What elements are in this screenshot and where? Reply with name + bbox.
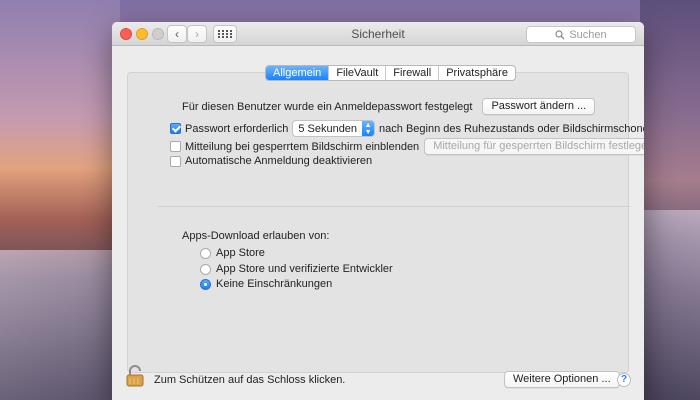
password-row: Für diesen Benutzer wurde ein Anmeldepas… [182,98,596,115]
downloads-heading: Apps-Download erlauben von: [182,230,330,242]
lock-icon[interactable] [126,365,144,387]
search-placeholder: Suchen [569,28,607,41]
lock-message-label: Mitteilung bei gesperrtem Bildschirm ein… [185,140,420,153]
tab-privatsphaere[interactable]: Privatsphäre [439,66,515,80]
lock-text: Zum Schützen auf das Schloss klicken. [154,374,346,386]
title-bar: ‹ › Sicherheit Suchen [112,22,644,46]
auto-login-label: Automatische Anmeldung deaktivieren [185,155,373,167]
tab-allgemein[interactable]: Allgemein [266,66,330,80]
search-icon [555,29,566,40]
radio-verified[interactable] [200,263,211,275]
require-delay-value: 5 Sekunden [298,122,358,135]
search-field[interactable]: Suchen [526,26,636,43]
advanced-options-button[interactable]: Weitere Optionen ... [504,371,620,388]
download-option-anywhere[interactable]: Keine Einschränkungen [200,278,332,290]
chevron-updown-icon: ▲ ▼ [362,121,375,136]
auto-login-checkbox[interactable] [170,155,181,167]
download-option-label: App Store und verifizierte Entwickler [216,263,393,275]
require-delay-select[interactable]: 5 Sekunden ▲ ▼ [292,120,376,137]
advanced-row: Weitere Optionen ... [504,371,620,388]
lock-text-row: Zum Schützen auf das Schloss klicken. [154,374,345,386]
lock-message-row: Mitteilung bei gesperrtem Bildschirm ein… [170,138,644,155]
preferences-window: ‹ › Sicherheit Suchen Allgemein FileVaul… [112,22,644,400]
download-option-app-store[interactable]: App Store [200,247,265,259]
desktop-wallpaper-right [640,0,700,400]
auto-login-row: Automatische Anmeldung deaktivieren [170,155,372,167]
section-divider [158,206,630,207]
tab-bar: Allgemein FileVault Firewall Privatsphär… [265,65,516,81]
require-password-label: Passwort erforderlich [185,122,289,135]
require-password-suffix: nach Beginn des Ruhezustands oder Bildsc… [379,122,644,135]
download-option-label: App Store [216,247,265,259]
change-password-button[interactable]: Passwort ändern ... [482,98,596,115]
require-password-checkbox[interactable] [170,123,181,134]
password-label: Für diesen Benutzer wurde ein Anmeldepas… [182,100,473,113]
radio-anywhere[interactable] [200,278,211,290]
download-option-verified[interactable]: App Store und verifizierte Entwickler [200,263,393,275]
desktop-wallpaper-left [0,0,120,400]
help-button[interactable]: ? [617,373,631,387]
require-password-row: Passwort erforderlich 5 Sekunden ▲ ▼ nach… [170,120,644,137]
lock-message-checkbox[interactable] [170,141,181,152]
downloads-heading-row: Apps-Download erlauben von: [182,230,329,242]
tab-filevault[interactable]: FileVault [329,66,387,80]
download-option-label: Keine Einschränkungen [216,278,333,290]
tab-firewall[interactable]: Firewall [386,66,440,80]
lock-message-button[interactable]: Mitteilung für gesperrten Bildschirm fes… [424,138,644,155]
radio-app-store[interactable] [200,247,211,259]
settings-panel: Für diesen Benutzer wurde ein Anmeldepas… [127,72,644,373]
